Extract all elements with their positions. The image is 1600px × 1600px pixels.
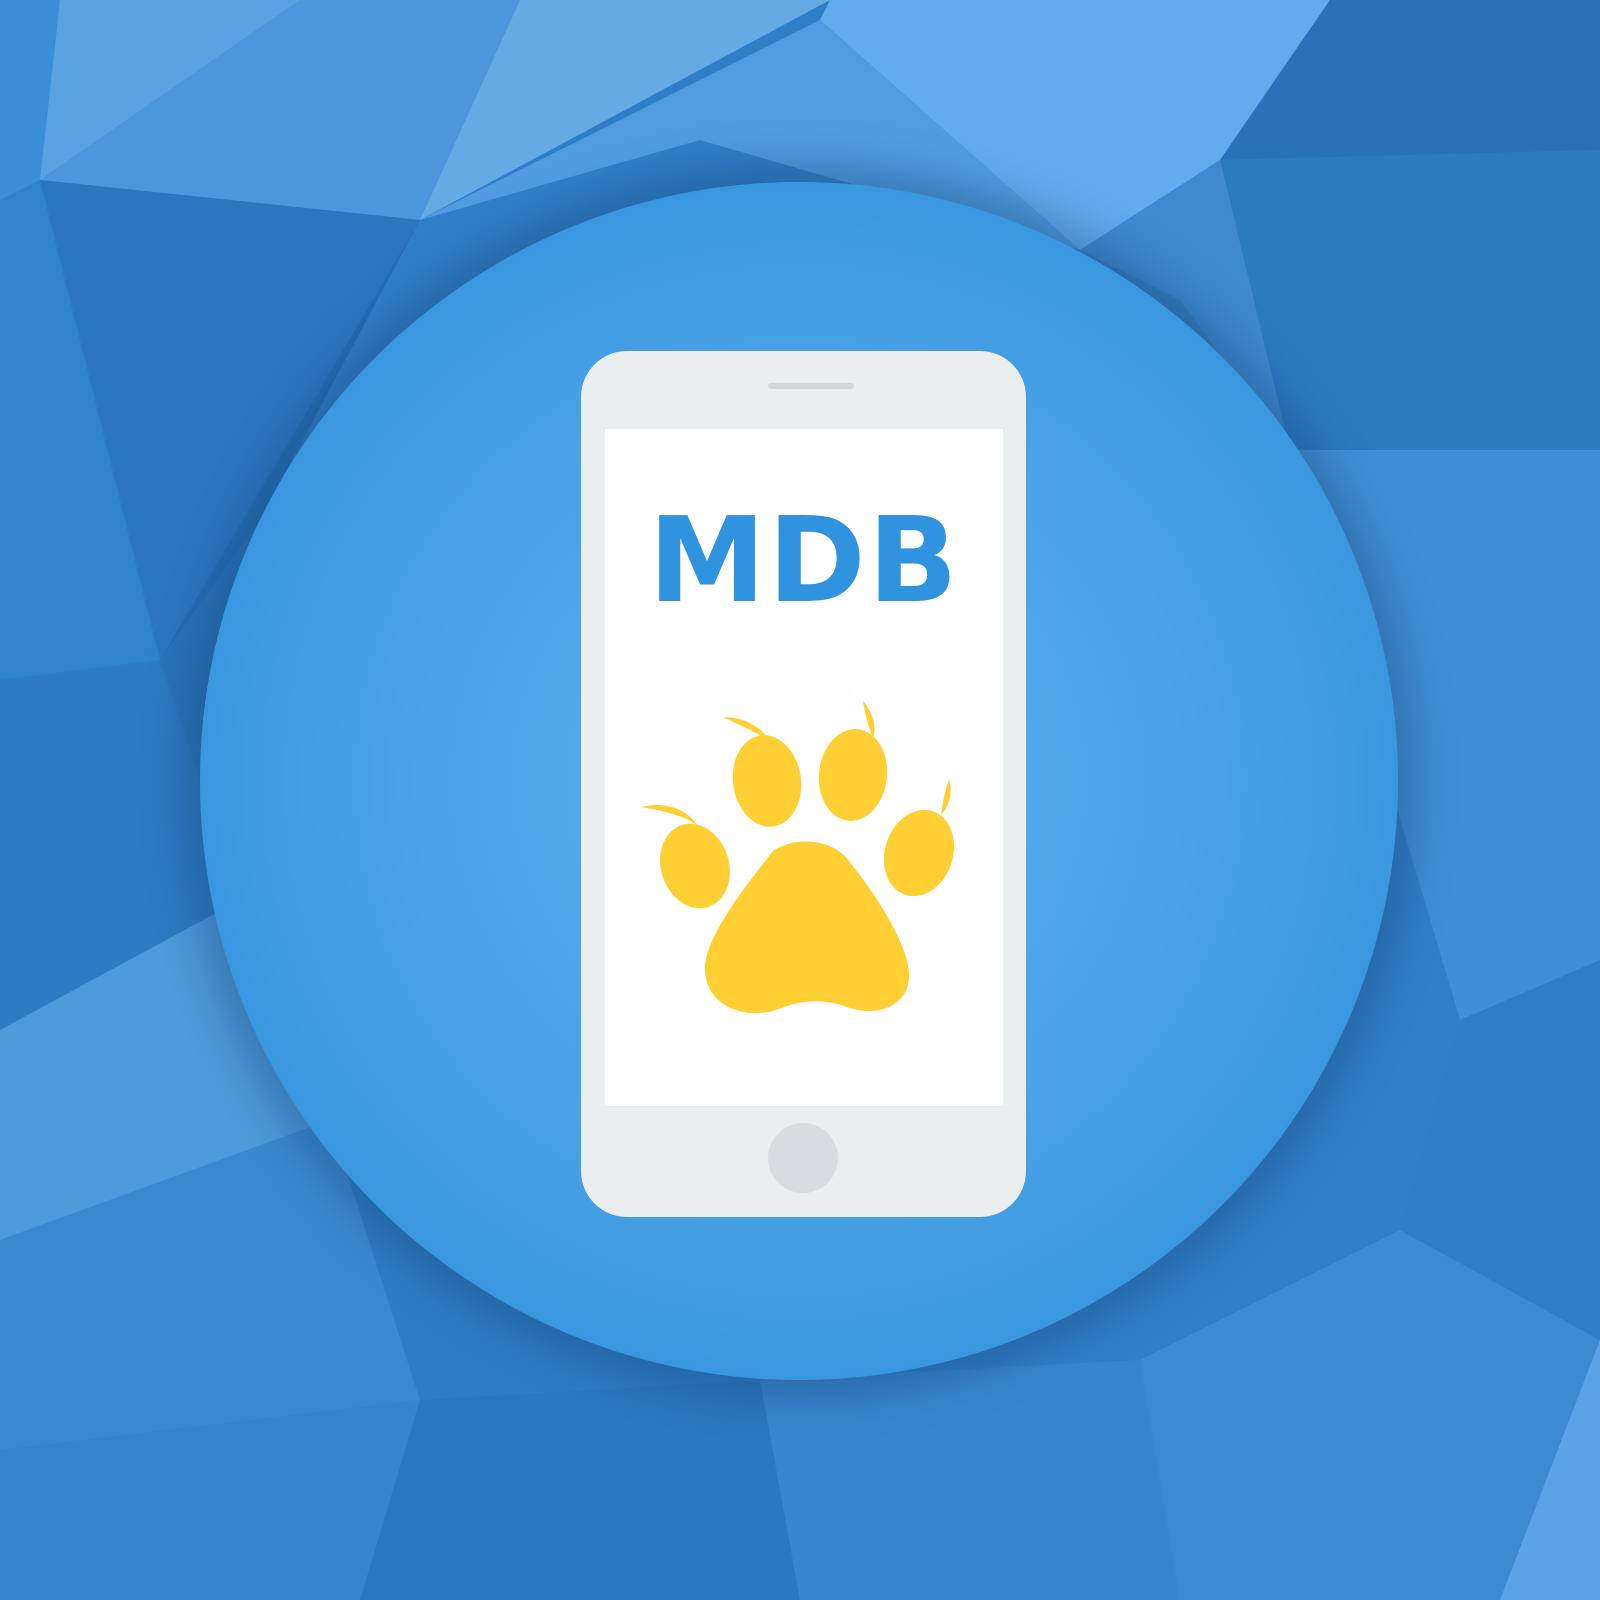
- phone-speaker: [768, 383, 854, 389]
- paw-icon: [641, 701, 955, 1014]
- brand-logo-text: MDB: [648, 491, 960, 629]
- app-promo-graphic: MDB: [0, 0, 1600, 1600]
- smartphone-icon: MDB: [581, 351, 1026, 1217]
- phone-screen: MDB: [605, 429, 1003, 1106]
- home-button: [768, 1123, 838, 1193]
